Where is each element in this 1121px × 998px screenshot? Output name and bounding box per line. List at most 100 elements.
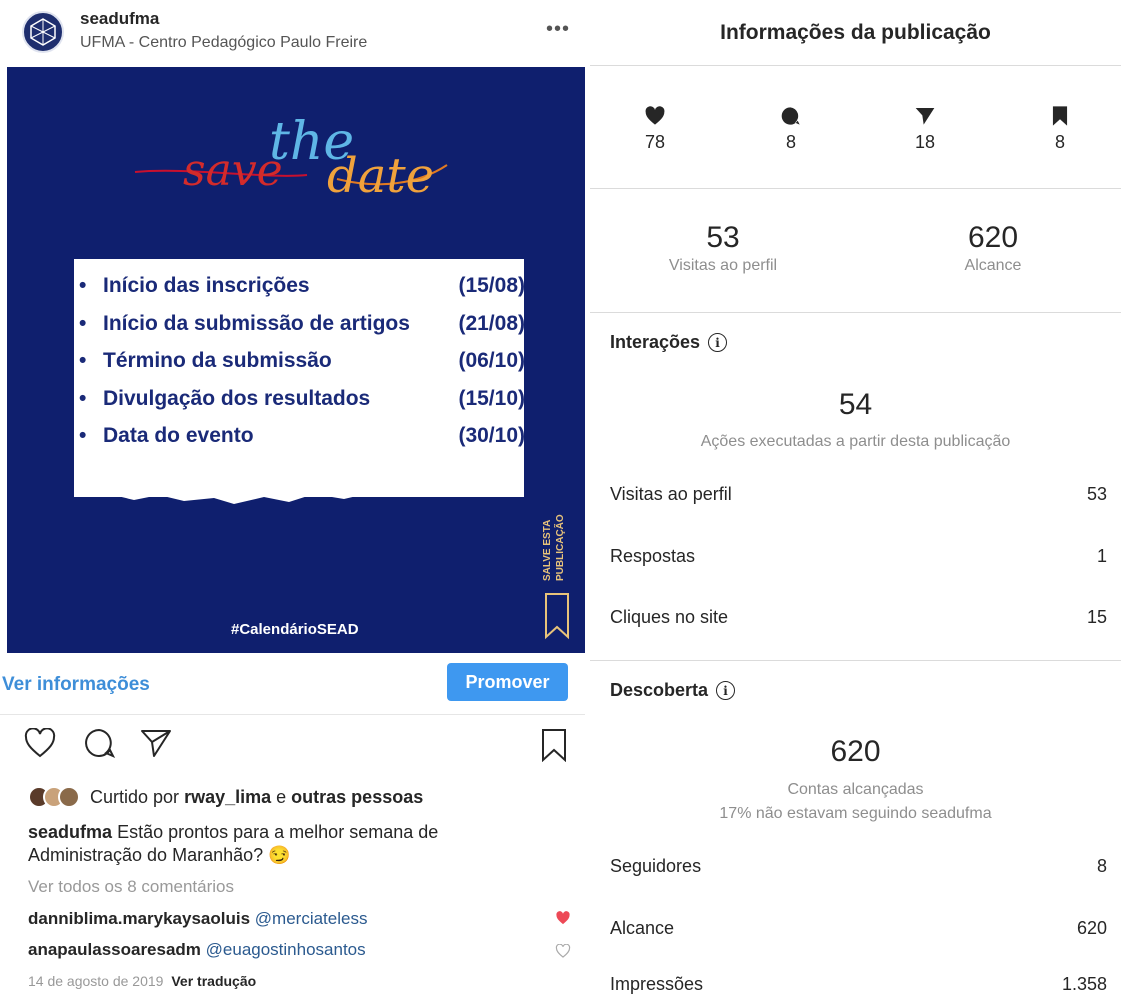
event-list: • Início das inscrições (15/08) • Início… <box>79 274 525 462</box>
comment-user[interactable]: danniblima.marykaysaoluis <box>28 909 250 928</box>
comment-bubble-icon <box>761 104 821 128</box>
liker-avatar <box>58 786 80 808</box>
row-value: 15 <box>1086 607 1107 627</box>
row-label: Impressões <box>610 974 704 994</box>
save-text-line2: PUBLICAÇÃO <box>553 514 566 581</box>
comment-icon[interactable] <box>84 728 116 763</box>
interactions-total: 54 <box>838 388 873 421</box>
insights-bar: Ver informações Promover <box>0 653 585 715</box>
row-value: 8 <box>1096 856 1107 876</box>
comment-heart-icon[interactable] <box>555 943 571 963</box>
section-divider <box>590 660 1121 661</box>
interactions-total-label: Ações executadas a partir desta publicaç… <box>700 433 1011 450</box>
discovery-heading: Descoberta i <box>610 680 736 701</box>
liked-by-user[interactable]: rway_lima <box>184 787 271 808</box>
profile-visits-stat: 53 Visitas ao perfil <box>608 221 838 275</box>
comment-user[interactable]: anapaulassoaresadm <box>28 940 201 959</box>
discovery-row: Alcance 620 <box>610 918 1107 939</box>
save-post-badge: SALVE ESTA PUBLICAÇÃO <box>542 514 569 640</box>
liked-by[interactable]: Curtido por rway_lima e outras pessoas <box>28 786 423 808</box>
profile-visits-label: Visitas ao perfil <box>668 257 778 274</box>
discovery-row: Seguidores 8 <box>610 856 1107 877</box>
more-options-button[interactable]: ••• <box>546 18 570 41</box>
avatar[interactable] <box>22 11 64 53</box>
interactions-heading-text: Interações <box>610 332 701 352</box>
discovery-heading-text: Descoberta <box>610 680 709 700</box>
liked-by-others[interactable]: outras pessoas <box>291 787 423 808</box>
post-image[interactable]: save the date • Início das inscrições (1… <box>7 67 585 653</box>
view-insights-link[interactable]: Ver informações <box>2 674 150 696</box>
interactions-heading: Interações i <box>610 332 728 353</box>
bullet: • <box>79 349 87 372</box>
comment-mention[interactable]: @euagostinhosantos <box>206 940 366 959</box>
heart-icon <box>625 104 685 128</box>
insights-title: Informações da publicação <box>590 0 1121 66</box>
post-caption: seadufma Estão prontos para a melhor sem… <box>28 821 508 867</box>
not-following-note: 17% não estavam seguindo seadufma <box>719 805 992 822</box>
row-label: Cliques no site <box>610 607 729 627</box>
logo-icon <box>30 18 56 46</box>
likes-count: 78 <box>625 104 685 153</box>
share-icon[interactable] <box>140 728 172 763</box>
comment-row: anapaulassoaresadm @euagostinhosantos <box>28 940 366 960</box>
saves-count: 8 <box>1030 104 1090 153</box>
event-date: (06/10) <box>458 349 525 372</box>
post-location[interactable]: UFMA - Centro Pedagógico Paulo Freire <box>80 34 367 52</box>
event-row: • Data do evento (30/10) <box>79 424 525 462</box>
discovery-row: Impressões 1.358 <box>610 974 1107 995</box>
bookmark-icon[interactable] <box>540 728 568 767</box>
interaction-row: Visitas ao perfil 53 <box>610 484 1107 505</box>
title-save: save <box>183 145 283 196</box>
title-date: date <box>327 148 434 204</box>
send-icon <box>895 104 955 128</box>
torn-edge <box>74 457 524 504</box>
bullet: • <box>79 386 87 410</box>
event-label: Início da submissão de artigos <box>103 311 410 335</box>
event-date: (30/10) <box>458 424 525 447</box>
reach-stat: 620 Alcance <box>878 221 1108 275</box>
event-label: Término da submissão <box>103 349 332 372</box>
row-label: Seguidores <box>610 856 702 876</box>
event-row: • Início da submissão de artigos (21/08) <box>79 312 525 350</box>
event-date: (15/08) <box>458 274 525 297</box>
row-value: 620 <box>1076 918 1107 938</box>
post-header: seadufma UFMA - Centro Pedagógico Paulo … <box>0 0 585 66</box>
comment-mention[interactable]: @merciateless <box>255 909 368 928</box>
image-hashtag: #CalendárioSEAD <box>231 621 359 638</box>
event-label: Data do evento <box>103 424 254 447</box>
comments-value: 8 <box>785 132 796 152</box>
row-value: 53 <box>1086 484 1107 504</box>
discovery-total-label: Contas alcançadas <box>787 781 924 798</box>
liked-by-and: e <box>276 786 287 807</box>
view-all-comments[interactable]: Ver todos os 8 comentários <box>28 877 234 897</box>
row-label: Respostas <box>610 546 696 566</box>
saves-value: 8 <box>1054 132 1065 152</box>
bullet: • <box>79 274 87 297</box>
event-label: Início das inscrições <box>103 274 310 297</box>
reach-label: Alcance <box>964 257 1022 274</box>
profile-visits-value: 53 <box>706 221 740 254</box>
liked-by-prefix: Curtido por <box>90 786 180 807</box>
translate-link[interactable]: Ver tradução <box>171 973 256 989</box>
like-icon[interactable] <box>24 727 56 763</box>
row-value: 1 <box>1096 546 1107 566</box>
interaction-row: Respostas 1 <box>610 546 1107 567</box>
shares-value: 18 <box>914 132 936 152</box>
save-the-date-artwork: save the date <box>134 112 448 204</box>
info-icon[interactable]: i <box>708 333 728 352</box>
row-label: Visitas ao perfil <box>610 484 732 504</box>
shares-count: 18 <box>895 104 955 153</box>
engagement-counts: 78 8 18 8 <box>590 66 1121 189</box>
caption-username[interactable]: seadufma <box>28 822 112 842</box>
post-actions <box>0 727 585 768</box>
event-label: Divulgação dos resultados <box>103 386 371 410</box>
info-icon[interactable]: i <box>716 681 736 700</box>
insights-panel: Informações da publicação 78 8 18 8 53 V… <box>590 0 1121 998</box>
event-date: (15/10) <box>458 386 525 410</box>
comment-liked-heart-icon[interactable] <box>555 911 571 930</box>
promote-button[interactable]: Promover <box>447 663 568 701</box>
event-row: • Divulgação dos resultados (15/10) <box>79 387 525 425</box>
bookmark-icon <box>545 593 569 640</box>
post-username[interactable]: seadufma <box>80 9 159 29</box>
event-row: • Início das inscrições (15/08) <box>79 274 525 312</box>
